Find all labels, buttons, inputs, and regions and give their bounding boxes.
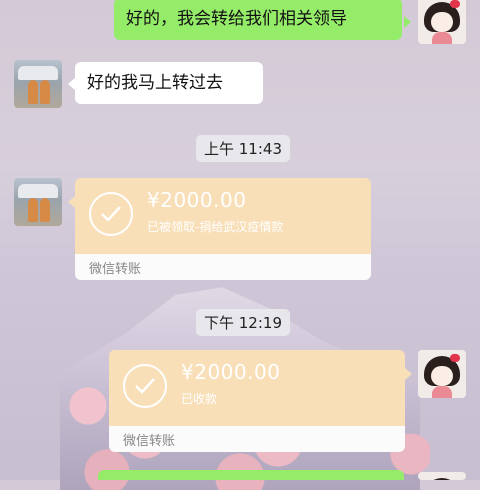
bubble-tail [405,368,412,380]
timestamp: 下午 12:19 [196,309,290,336]
bubble-tail [68,78,75,90]
outgoing-message-bubble-partial[interactable] [98,470,404,480]
transfer-label: 微信转账 [123,434,176,449]
check-circle-icon [123,364,167,408]
transfer-status: 已被领取-捐给武汉疫情款 [147,220,284,234]
bubble-tail [404,16,411,28]
transfer-amount: ¥2000.00 [147,188,247,212]
message-text: 好的我马上转过去 [87,73,223,93]
timestamp: 上午 11:43 [196,135,290,162]
contact-avatar[interactable] [14,178,62,226]
my-avatar[interactable] [418,0,466,44]
wechat-transfer-card[interactable]: ¥2000.00 已被领取-捐给武汉疫情款 微信转账 [75,178,371,280]
my-avatar[interactable] [418,350,466,398]
wechat-transfer-card[interactable]: ¥2000.00 已收款 微信转账 [109,350,405,452]
my-avatar-partial[interactable] [418,472,466,480]
transfer-status: 已收款 [181,392,218,406]
transfer-label: 微信转账 [89,262,142,277]
transfer-amount: ¥2000.00 [181,360,281,384]
contact-avatar[interactable] [14,60,62,108]
outgoing-message-bubble[interactable]: 好的，我会转给我们相关领导 [114,0,402,40]
message-text: 好的，我会转给我们相关领导 [126,9,347,29]
incoming-message-bubble[interactable]: 好的我马上转过去 [75,62,263,104]
bubble-tail [68,196,75,208]
check-circle-icon [89,192,133,236]
